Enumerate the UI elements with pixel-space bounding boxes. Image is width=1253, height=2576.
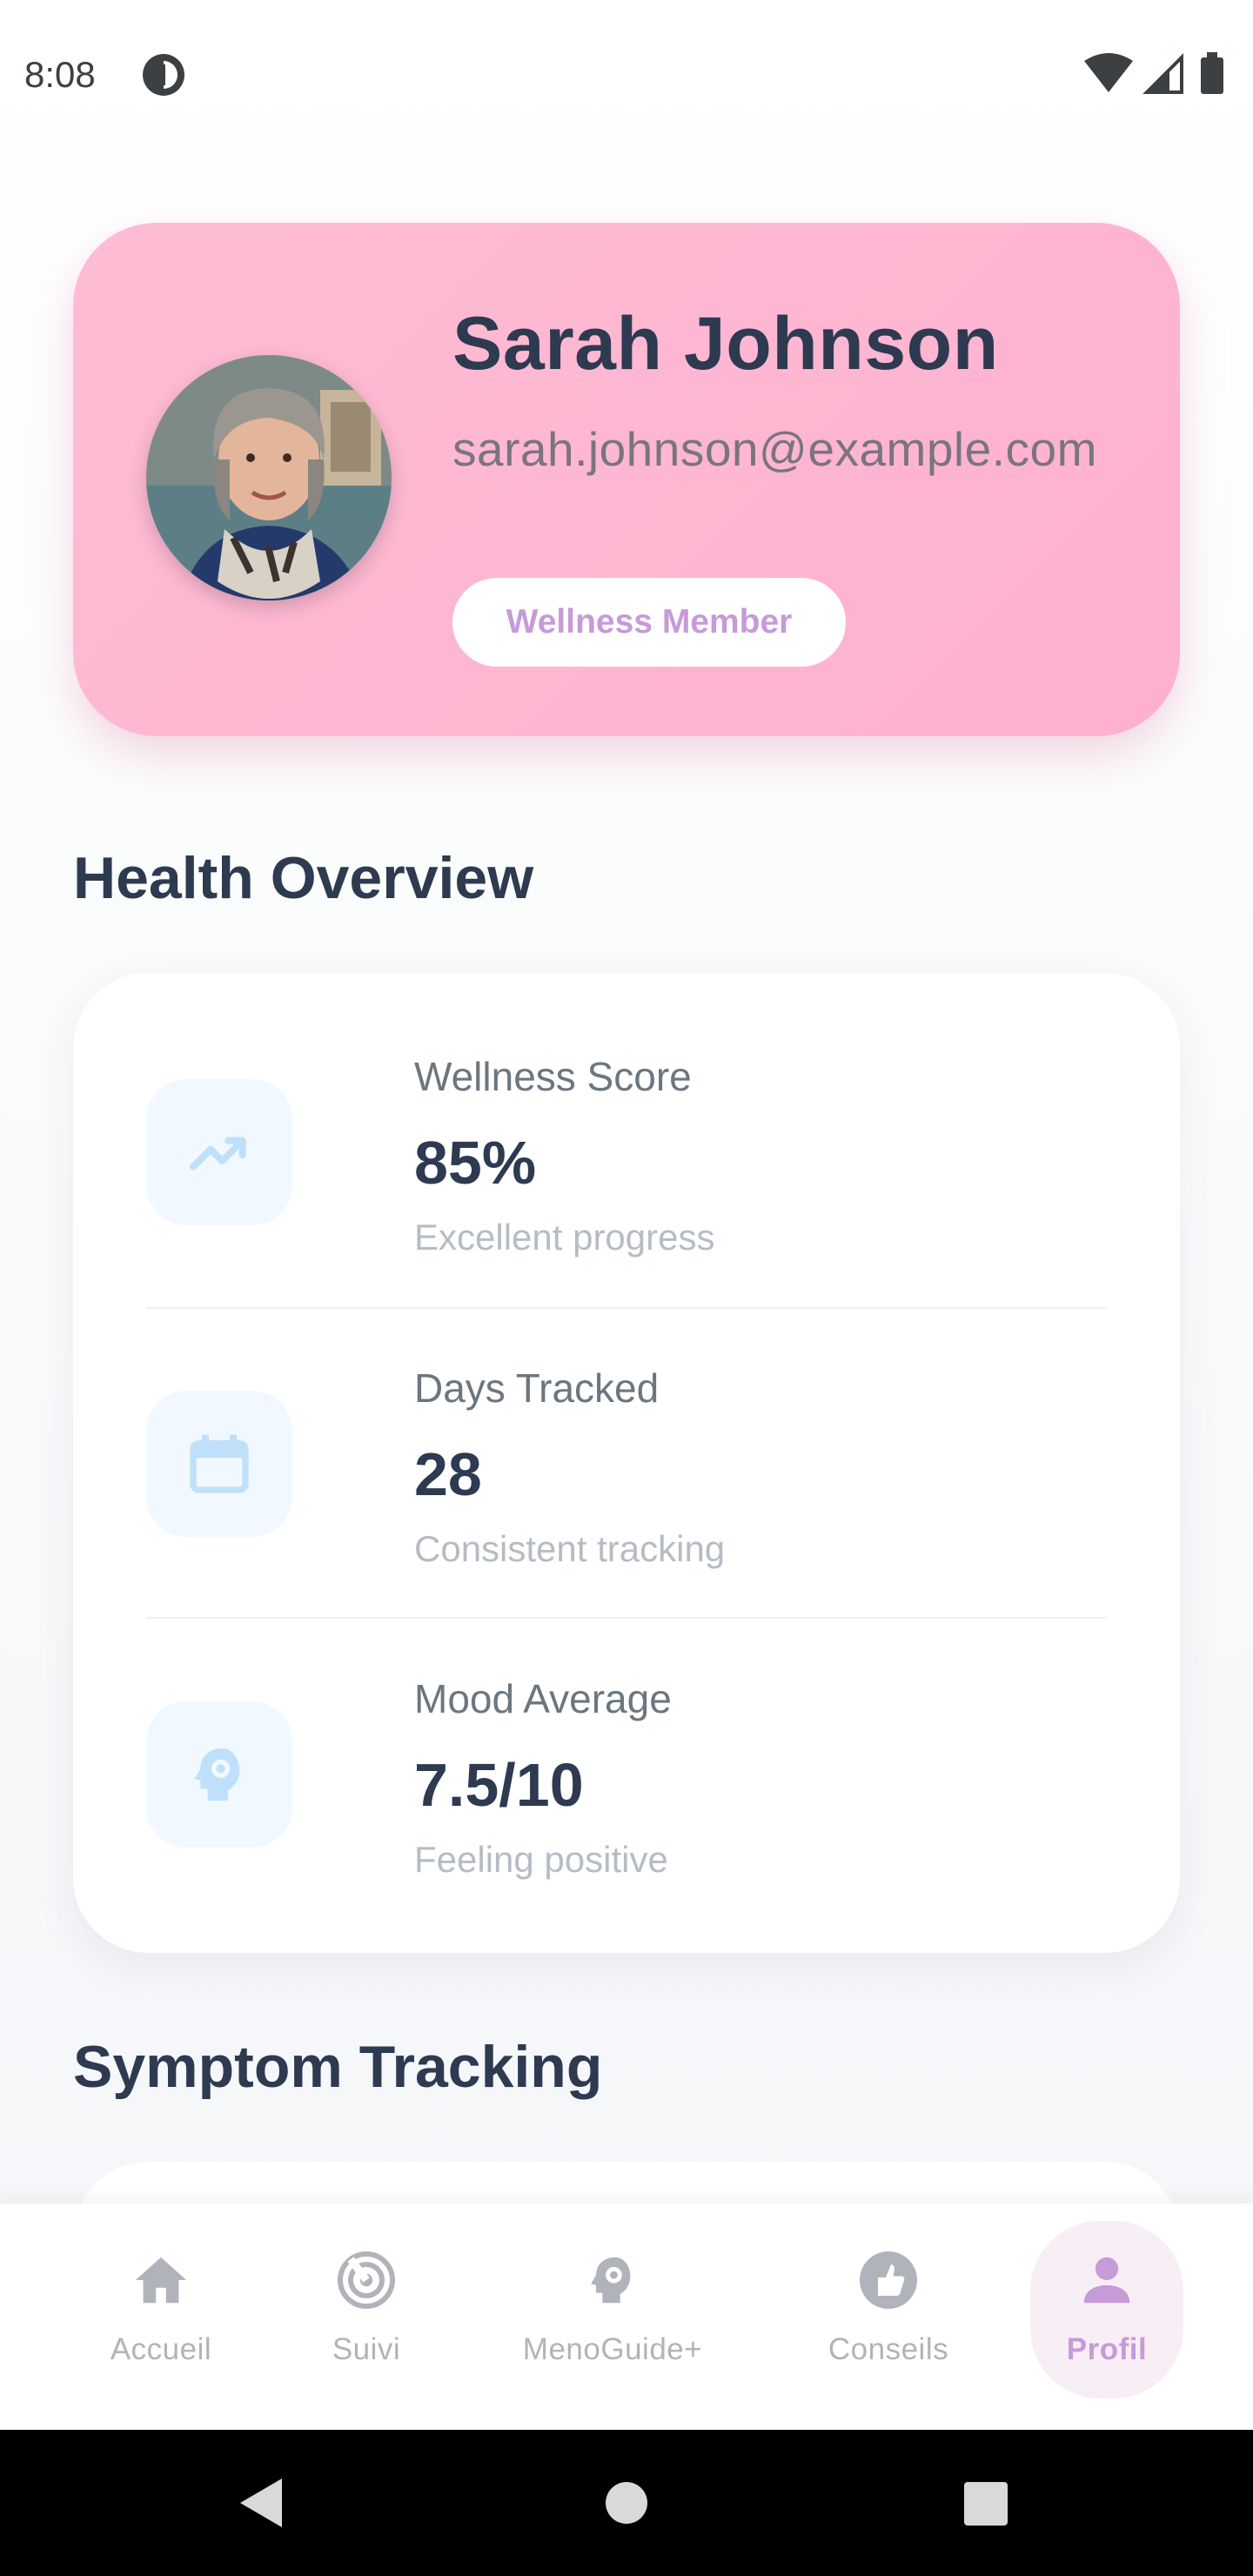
person-icon: [1072, 2245, 1142, 2315]
wifi-icon: [1084, 53, 1133, 92]
status-bar: 8:08: [0, 0, 1253, 148]
stat-label: Days Tracked: [414, 1365, 660, 1411]
nav-label: Suivi: [332, 2332, 401, 2366]
stat-mood-average[interactable]: Mood Average 7.5/10 Feeling positive: [146, 1595, 1107, 1905]
back-icon[interactable]: [237, 2475, 285, 2531]
nav-label: Conseils: [828, 2332, 949, 2366]
thumb-up-icon: [854, 2245, 923, 2315]
stat-subtitle: Feeling positive: [414, 1839, 668, 1880]
recents-icon[interactable]: [964, 2482, 1008, 2526]
nav-label: MenoGuide+: [522, 2332, 703, 2366]
stat-label: Mood Average: [414, 1676, 672, 1721]
nav-item-menoguide[interactable]: MenoGuide+: [508, 2221, 717, 2398]
status-time: 8:08: [24, 54, 96, 95]
nav-item-suivi[interactable]: Suivi: [310, 2221, 423, 2398]
nav-label: Profil: [1066, 2332, 1148, 2366]
avatar[interactable]: [146, 355, 392, 600]
nav-item-profil[interactable]: Profil: [1030, 2221, 1183, 2398]
psychology-icon: [578, 2245, 647, 2315]
stat-label: Wellness Score: [414, 1054, 692, 1099]
calendar-icon: [146, 1391, 292, 1537]
home-circle-icon[interactable]: [604, 2480, 649, 2526]
stat-days-tracked[interactable]: Days Tracked 28 Consistent tracking: [146, 1285, 1107, 1594]
stat-subtitle: Consistent tracking: [414, 1528, 726, 1569]
psychology-icon: [146, 1701, 292, 1848]
section-title-health-overview: Health Overview: [73, 845, 534, 911]
nav-item-accueil[interactable]: Accueil: [87, 2221, 235, 2398]
bottom-navigation: Accueil Suivi MenoGuide+ Conseils Profil: [0, 2204, 1253, 2430]
radar-icon: [332, 2245, 401, 2315]
profile-email: sarah.johnson@example.com: [452, 422, 1097, 476]
battery-icon: [1201, 57, 1223, 94]
home-icon: [126, 2245, 196, 2315]
profile-name: Sarah Johnson: [452, 302, 999, 386]
stat-value: 85%: [414, 1129, 537, 1197]
membership-badge: Wellness Member: [452, 578, 846, 667]
health-overview-card: Wellness Score 85% Excellent progress Da…: [73, 973, 1180, 1953]
system-status-icons: [1084, 52, 1223, 94]
stat-value: 7.5/10: [414, 1751, 584, 1819]
stat-wellness-score[interactable]: Wellness Score 85% Excellent progress: [146, 973, 1107, 1283]
app-notification-icon: [143, 54, 184, 96]
nav-label: Accueil: [110, 2332, 212, 2366]
trending-up-icon: [146, 1079, 292, 1225]
stat-subtitle: Excellent progress: [414, 1217, 715, 1258]
system-navigation-bar: [0, 2430, 1253, 2576]
section-title-symptom-tracking: Symptom Tracking: [73, 2034, 603, 2100]
profile-card: Sarah Johnson sarah.johnson@example.com …: [73, 223, 1180, 736]
nav-item-conseils[interactable]: Conseils: [809, 2221, 968, 2398]
stat-value: 28: [414, 1440, 482, 1508]
